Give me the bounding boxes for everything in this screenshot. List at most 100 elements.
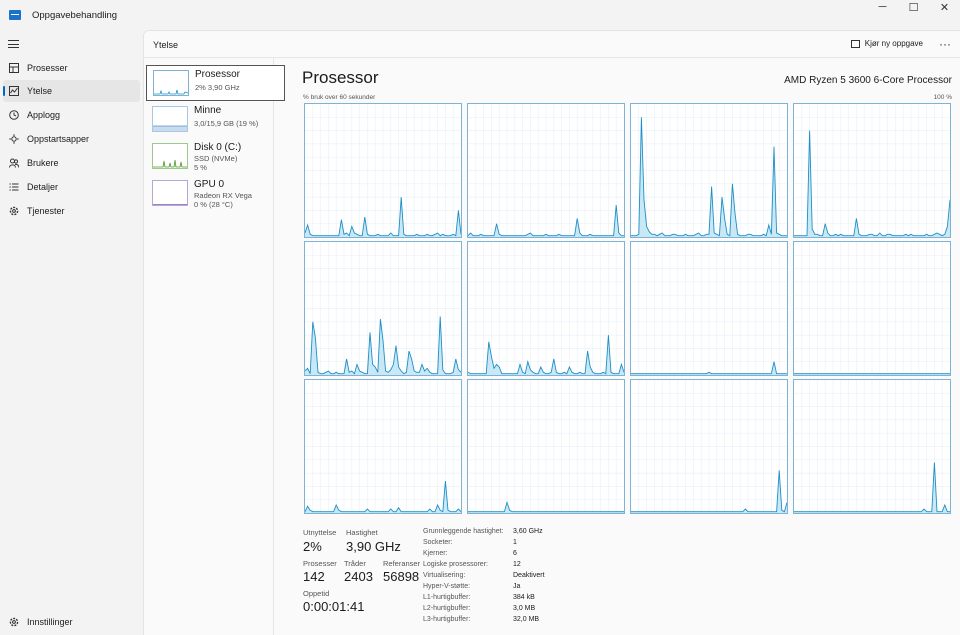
graph-caption: % bruk over 60 sekunder — [303, 94, 376, 101]
list-icon — [8, 182, 19, 193]
detail-value: 3,60 GHz — [513, 528, 543, 535]
uptime-value: 0:00:01:41 — [303, 599, 365, 614]
resource-name: Prosessor — [195, 69, 241, 80]
window-controls: ─ ☐ ✕ — [867, 0, 960, 30]
detail-key: Logiske prosessorer: — [423, 561, 488, 568]
disk-thumbnail — [152, 143, 188, 169]
detail-value: Deaktivert — [513, 572, 545, 579]
detail-row: L2-hurtigbuffer: 3,0 MB — [423, 605, 623, 616]
memory-thumbnail — [152, 106, 188, 132]
cpu-detail-pane: Prosessor AMD Ryzen 5 3600 6-Core Proces… — [302, 68, 952, 628]
run-new-task-button[interactable]: Kjør ny oppgave — [850, 39, 923, 48]
sidebar-item-label: Prosesser — [27, 63, 68, 73]
resource-detail: 3,0/15,9 GB (19 %) — [194, 119, 259, 128]
detail-key: L3-hurtigbuffer: — [423, 616, 471, 623]
detail-row: Virtualisering: Deaktivert — [423, 572, 623, 583]
sidebar-item-details[interactable]: Detaljer — [3, 176, 140, 198]
sidebar-item-label: Oppstartsapper — [27, 134, 90, 144]
detail-row: Socketer: 1 — [423, 539, 623, 550]
sidebar-item-settings[interactable]: Innstillinger — [3, 611, 140, 633]
detail-value: 6 — [513, 550, 517, 557]
detail-key: Hyper-V-støtte: — [423, 583, 471, 590]
sidebar-item-performance[interactable]: Ytelse — [3, 80, 140, 102]
close-button[interactable]: ✕ — [929, 0, 960, 14]
hamburger-menu-icon[interactable] — [8, 40, 19, 48]
sidebar-item-label: Detaljer — [27, 182, 59, 192]
logical-processor-graph — [304, 241, 462, 376]
resource-usage: 5 % — [194, 163, 207, 172]
sidebar: Prosesser Ytelse Applogg Oppstartsapper … — [0, 30, 143, 635]
sidebar-item-startup-apps[interactable]: Oppstartsapper — [3, 128, 140, 150]
graph-max-label: 100 % — [933, 94, 952, 101]
logical-processor-graph — [630, 241, 788, 376]
logical-processor-graph — [630, 379, 788, 514]
maximize-button[interactable]: ☐ — [898, 0, 929, 14]
logical-processor-graph — [467, 379, 625, 514]
run-task-icon — [850, 39, 860, 48]
detail-key: L1-hurtigbuffer: — [423, 594, 471, 601]
detail-value: 1 — [513, 539, 517, 546]
detail-value: 12 — [513, 561, 521, 568]
main-panel: Ytelse Kjør ny oppgave ··· Prosessor 2% … — [143, 30, 960, 635]
sidebar-item-services[interactable]: Tjenester — [3, 200, 140, 222]
grid-icon — [8, 63, 19, 74]
startup-icon — [8, 134, 19, 145]
speed-label: Hastighet — [346, 528, 378, 537]
resource-name: Disk 0 (C:) — [194, 142, 242, 153]
sidebar-item-label: Tjenester — [27, 206, 65, 216]
sidebar-item-users[interactable]: Brukere — [3, 152, 140, 174]
detail-row: Grunnleggende hastighet: 3,60 GHz — [423, 528, 623, 539]
threads-value: 2403 — [344, 569, 373, 584]
sidebar-item-app-history[interactable]: Applogg — [3, 104, 140, 126]
resource-item-memory[interactable]: Minne 3,0/15,9 GB (19 %) — [146, 102, 285, 138]
resource-item-disk[interactable]: Disk 0 (C:) SSD (NVMe) 5 % — [146, 139, 285, 175]
threads-label: Tråder — [344, 559, 366, 568]
logical-processor-grid — [304, 103, 951, 514]
resource-item-cpu[interactable]: Prosessor 2% 3,90 GHz — [146, 65, 285, 101]
sidebar-item-label: Innstillinger — [27, 617, 73, 627]
uptime-label: Oppetid — [303, 589, 330, 598]
detail-value: 3,0 MB — [513, 605, 536, 612]
settings-gear-icon — [8, 617, 19, 628]
title-bar: Oppgavebehandling ─ ☐ ✕ — [0, 0, 960, 30]
page-title: Ytelse — [153, 40, 179, 50]
gpu-thumbnail — [152, 180, 188, 206]
handles-label: Referanser — [383, 559, 421, 568]
detail-value: 384 kB — [513, 594, 535, 601]
logical-processor-graph — [304, 379, 462, 514]
utilization-value: 2% — [303, 539, 322, 554]
resource-item-gpu[interactable]: GPU 0 Radeon RX Vega 0 % (28 °C) — [146, 176, 285, 212]
detail-key: Kjerner: — [423, 550, 448, 557]
detail-row: Hyper-V-støtte: Ja — [423, 583, 623, 594]
handles-value: 56898 — [383, 569, 420, 584]
more-options-button[interactable]: ··· — [939, 37, 951, 51]
detail-key: Virtualisering: — [423, 572, 466, 579]
detail-value: Ja — [513, 583, 521, 590]
sidebar-item-processes[interactable]: Prosesser — [3, 57, 140, 79]
resource-name: GPU 0 — [194, 179, 225, 190]
cpu-thumbnail — [153, 70, 189, 96]
speed-value: 3,90 GHz — [346, 539, 401, 554]
sidebar-item-label: Applogg — [27, 110, 61, 120]
cpu-title: Prosessor — [302, 68, 379, 87]
cpu-model: AMD Ryzen 5 3600 6-Core Processor — [784, 75, 952, 86]
resource-detail: 2% 3,90 GHz — [195, 83, 240, 92]
cpu-stats: Utnyttelse 2% Hastighet 3,90 GHz Prosess… — [303, 528, 953, 628]
logical-processor-graph — [630, 103, 788, 238]
users-icon — [8, 158, 19, 169]
resource-list: Prosessor 2% 3,90 GHz Minne 3,0/15,9 GB … — [144, 58, 285, 635]
detail-key: Socketer: — [423, 539, 453, 546]
detail-row: Kjerner: 6 — [423, 550, 623, 561]
resource-name: Minne — [194, 105, 222, 116]
run-new-task-label: Kjør ny oppgave — [864, 39, 923, 48]
logical-processor-graph — [467, 241, 625, 376]
performance-icon — [8, 86, 19, 97]
utilization-label: Utnyttelse — [303, 528, 337, 537]
logical-processor-graph — [304, 103, 462, 238]
detail-key: L2-hurtigbuffer: — [423, 605, 471, 612]
logical-processor-graph — [793, 103, 951, 238]
detail-value: 32,0 MB — [513, 616, 540, 623]
minimize-button[interactable]: ─ — [867, 0, 898, 14]
logical-processor-graph — [793, 379, 951, 514]
sidebar-item-label: Ytelse — [27, 86, 53, 96]
